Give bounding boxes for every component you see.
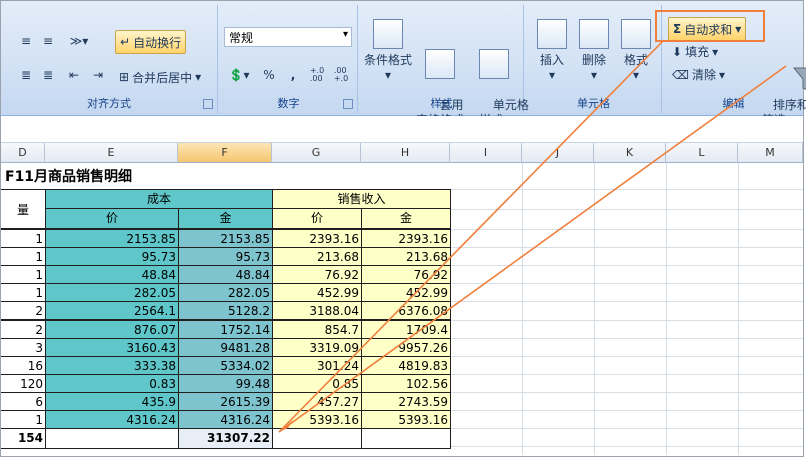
arrow-head: [279, 420, 293, 432]
arrow-line-autosum: [278, 39, 665, 433]
callout-arrows: [278, 10, 787, 433]
arrow-line-sort: [278, 65, 787, 433]
autosum-highlight-box: [655, 10, 765, 42]
